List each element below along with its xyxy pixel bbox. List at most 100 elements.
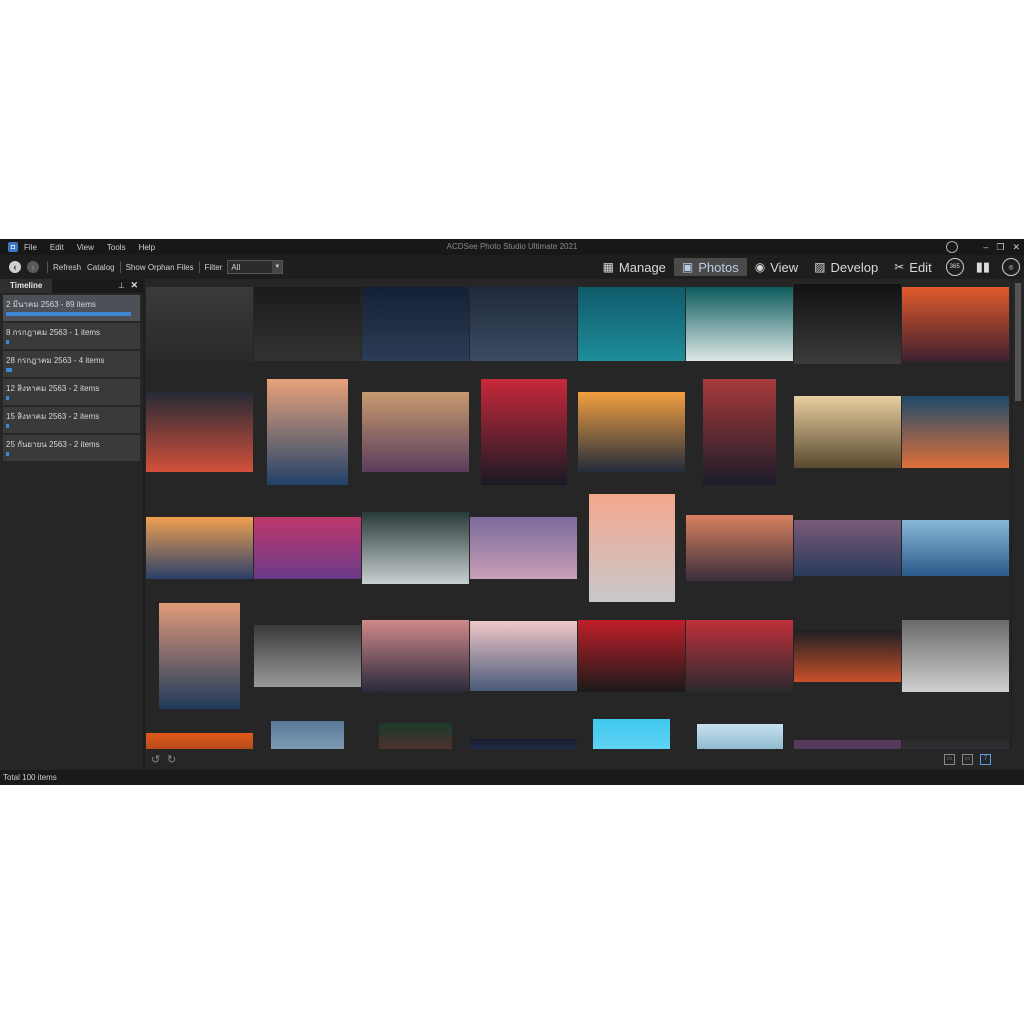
filter-select[interactable]: All ▼	[227, 260, 284, 274]
photo-thumbnail[interactable]	[588, 494, 675, 602]
photo-thumbnail[interactable]	[159, 603, 240, 709]
photo-thumbnail[interactable]	[686, 620, 793, 692]
timeline-item[interactable]: 2 มีนาคม 2563 - 89 items	[3, 295, 140, 321]
mode-view[interactable]: ◉ View	[747, 258, 806, 276]
photo-thumbnail[interactable]	[146, 287, 253, 361]
mode-manage[interactable]: ▦ Manage	[595, 258, 674, 276]
mode-label: View	[770, 259, 799, 275]
timeline-item-count-bar	[6, 424, 9, 428]
timeline-item[interactable]: 15 สิงหาคม 2563 - 2 items	[3, 407, 140, 433]
timeline-item-label: 15 สิงหาคม 2563 - 2 items	[6, 412, 100, 421]
photo-thumbnail[interactable]	[703, 379, 776, 485]
timeline-item-label: 12 สิงหาคม 2563 - 2 items	[6, 384, 100, 393]
photo-thumbnail[interactable]	[794, 284, 901, 364]
photo-thumbnail[interactable]	[379, 723, 452, 749]
menu-help[interactable]: Help	[139, 243, 155, 252]
photo-thumbnail[interactable]	[902, 520, 1009, 576]
calendar-day-icon[interactable]: ▭	[944, 754, 955, 765]
tab-timeline[interactable]: Timeline	[0, 279, 53, 293]
timeline-item[interactable]: 25 กันยายน 2563 - 2 items	[3, 435, 140, 461]
photo-thumbnail[interactable]	[146, 733, 253, 749]
photo-thumbnail[interactable]	[902, 740, 1009, 749]
mode-edit[interactable]: ✂ Edit	[886, 258, 939, 276]
mode-switcher: ▦ Manage ▣ Photos ◉ View ▨ Develop ✂ Edi…	[595, 255, 1024, 279]
photo-thumbnail[interactable]	[362, 287, 469, 361]
timeline-item-count-bar	[6, 340, 9, 344]
photo-thumbnail[interactable]	[578, 392, 685, 472]
photo-thumbnail[interactable]	[794, 520, 901, 576]
mode-photos[interactable]: ▣ Photos	[673, 258, 747, 276]
menu-file[interactable]: File	[24, 243, 37, 252]
photo-thumbnail[interactable]	[362, 620, 469, 692]
restore-icon[interactable]: ❐	[996, 242, 1004, 253]
menu-edit[interactable]: Edit	[50, 243, 64, 252]
show-orphan-files-button[interactable]: Show Orphan Files	[126, 263, 194, 272]
calendar-month-icon[interactable]: ▭	[962, 754, 973, 765]
photo-thumbnail[interactable]	[794, 630, 901, 682]
timeline-item-label: 8 กรกฎาคม 2563 - 1 items	[6, 328, 101, 337]
photo-thumbnail[interactable]	[254, 517, 361, 579]
rotate-left-icon[interactable]: ↺	[151, 753, 160, 766]
minimize-icon[interactable]: –	[983, 242, 988, 252]
photo-thumbnail[interactable]	[578, 620, 685, 692]
scrollbar[interactable]	[1012, 279, 1024, 749]
photo-thumbnail[interactable]	[794, 740, 901, 749]
back-button[interactable]: ‹	[9, 261, 21, 273]
panel-header: Timeline ⊥ ✕	[0, 279, 143, 293]
filter-label: Filter	[204, 262, 223, 272]
mode-develop[interactable]: ▨ Develop	[806, 258, 886, 276]
photo-thumbnail[interactable]	[470, 621, 577, 691]
photo-thumbnail[interactable]	[480, 379, 567, 485]
close-window-icon[interactable]: ✕	[1012, 242, 1020, 253]
photo-thumbnail[interactable]	[578, 287, 685, 361]
photo-thumbnail[interactable]	[362, 512, 469, 584]
timeline-item[interactable]: 8 กรกฎาคม 2563 - 1 items	[3, 323, 140, 349]
scrollbar-thumb[interactable]	[1015, 283, 1021, 401]
close-icon[interactable]: ✕	[130, 280, 138, 291]
timeline-list: 2 มีนาคม 2563 - 89 items 8 กรกฎาคม 2563 -…	[0, 295, 143, 461]
365-icon[interactable]: 365	[945, 258, 964, 276]
calendar-week-icon[interactable]: 7	[980, 754, 991, 765]
photo-thumbnail[interactable]	[146, 392, 253, 472]
luxea-icon[interactable]: ◎	[1002, 258, 1020, 276]
pin-icon[interactable]: ⊥	[118, 281, 125, 290]
photo-thumbnail[interactable]	[271, 721, 344, 749]
photo-thumbnail[interactable]	[146, 517, 253, 579]
forward-button[interactable]: ›	[27, 261, 39, 273]
photo-thumbnail[interactable]	[593, 719, 670, 749]
photo-thumbnail[interactable]	[470, 287, 577, 361]
dashboard-icon[interactable]: ▮▮	[976, 259, 990, 275]
photo-thumbnail[interactable]	[686, 515, 793, 581]
timeline-item-label: 25 กันยายน 2563 - 2 items	[6, 440, 100, 449]
menu-view[interactable]: View	[77, 243, 94, 252]
photo-thumbnail[interactable]	[470, 517, 577, 579]
photo-thumbnail[interactable]	[902, 620, 1009, 692]
user-account-icon[interactable]	[946, 241, 958, 253]
total-items-label: Total 100 items	[3, 773, 57, 782]
photo-thumbnail[interactable]	[470, 739, 577, 749]
catalog-button[interactable]: Catalog	[87, 263, 115, 272]
timeline-item-count-bar	[6, 396, 9, 400]
photo-thumbnail[interactable]	[794, 396, 901, 468]
rotate-right-icon[interactable]: ↻	[167, 753, 176, 766]
photo-thumbnail[interactable]	[254, 625, 361, 687]
menubar: ◘ File Edit View Tools Help ACDSee Photo…	[0, 239, 1024, 255]
eye-icon: ◉	[754, 260, 766, 274]
app-logo-icon[interactable]: ◘	[8, 242, 18, 252]
chevron-down-icon[interactable]: ▼	[272, 261, 283, 273]
photo-thumbnail[interactable]	[362, 392, 469, 472]
menu-tools[interactable]: Tools	[107, 243, 126, 252]
photo-grid	[145, 279, 1011, 749]
edit-icon: ✂	[894, 260, 905, 274]
photo-thumbnail[interactable]	[902, 287, 1009, 361]
photo-thumbnail[interactable]	[254, 287, 361, 361]
photo-thumbnail[interactable]	[267, 379, 348, 485]
photo-thumbnail[interactable]	[902, 396, 1009, 468]
timeline-item[interactable]: 12 สิงหาคม 2563 - 2 items	[3, 379, 140, 405]
timeline-item-label: 2 มีนาคม 2563 - 89 items	[6, 300, 96, 309]
photo-thumbnail[interactable]	[696, 724, 783, 749]
refresh-button[interactable]: Refresh	[53, 263, 81, 272]
photo-thumbnail[interactable]	[686, 287, 793, 361]
mode-label: Manage	[618, 259, 666, 275]
timeline-item[interactable]: 28 กรกฎาคม 2563 - 4 items	[3, 351, 140, 377]
